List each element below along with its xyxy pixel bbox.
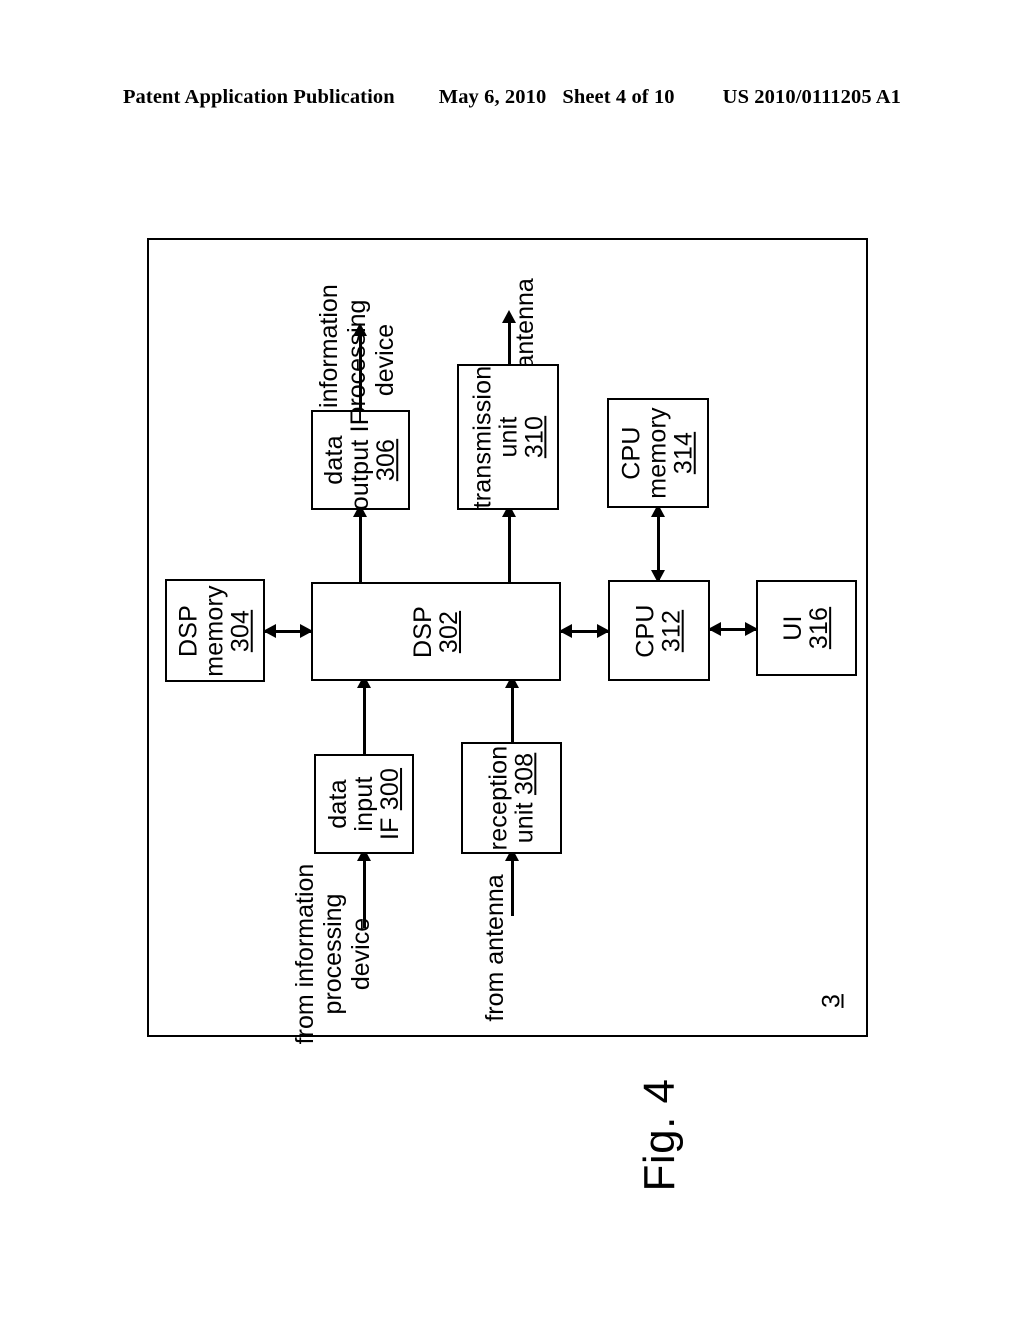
block-label-line-1: data xyxy=(320,435,349,485)
block-cpu-memory[interactable]: CPU memory 314 xyxy=(607,398,709,508)
caption-from-antenna: from antenna xyxy=(395,858,595,1038)
block-reference-numeral: 314 xyxy=(669,431,698,475)
connector-transmission-unit-to-antenna xyxy=(508,322,511,365)
block-transmission-unit[interactable]: transmission unit 310 xyxy=(457,364,559,510)
block-label-line-1: UI xyxy=(779,615,808,641)
arrowhead-to-antenna xyxy=(502,310,516,323)
block-reference-numeral: 306 xyxy=(372,438,401,482)
header-date: May 6, 2010 xyxy=(438,86,547,108)
connector-antenna-to-reception-unit xyxy=(511,854,514,916)
block-reference-numeral: 304 xyxy=(226,609,255,652)
block-label-line-1: transmission xyxy=(468,365,497,509)
block-reference-numeral: 316 xyxy=(805,606,834,650)
header-patent-number: US 2010/0111205 A1 xyxy=(722,86,902,108)
arrowhead-to-host xyxy=(353,323,367,336)
connector-dsp-to-data-output-if xyxy=(359,510,362,583)
connector-data-output-if-to-host xyxy=(359,335,362,411)
block-label-line-1: CPU xyxy=(617,426,646,480)
block-data-input-if[interactable]: data input IF 300 xyxy=(314,754,414,854)
block-reference-numeral: 308 xyxy=(510,752,539,796)
header-sheet: Sheet 4 of 10 xyxy=(562,86,675,108)
block-label-line-1: reception xyxy=(484,745,513,851)
connector-data-input-if-to-dsp xyxy=(363,681,366,755)
block-reference-numeral: 312 xyxy=(657,609,686,652)
block-dsp[interactable]: DSP 302 xyxy=(311,582,561,681)
header-publication: Patent Application Publication xyxy=(122,86,395,108)
figure-outer-frame: to information processing device TO ante… xyxy=(147,238,868,1044)
figure-reference-numeral: 3 xyxy=(817,994,846,1008)
figure-caption: Fig. 4 xyxy=(635,1078,684,1192)
block-ui[interactable]: UI 316 xyxy=(756,580,857,676)
block-label-line-2: memory xyxy=(643,407,672,499)
block-label-line-2: unit xyxy=(494,416,523,458)
caption-line-1: from information xyxy=(291,863,319,1045)
connector-dsp-to-transmission-unit xyxy=(508,510,511,583)
block-label-line-1: CPU xyxy=(631,603,660,658)
block-reference-numeral: 310 xyxy=(520,415,549,459)
page-header: Patent Application Publication May 6, 20… xyxy=(0,86,1024,109)
block-label-line-1: DSP xyxy=(174,604,203,657)
block-label-line-3: IF 300 xyxy=(376,767,404,841)
block-label-line-2: unit 308 xyxy=(510,752,539,844)
block-dsp-memory[interactable]: DSP memory 304 xyxy=(165,579,265,682)
caption-line-3: device xyxy=(347,917,375,991)
block-reception-unit[interactable]: reception unit 308 xyxy=(461,742,562,854)
block-label-line-1: data xyxy=(324,779,352,829)
block-reference-numeral: 300 xyxy=(376,767,404,811)
connector-host-to-data-input-if xyxy=(363,854,366,928)
block-reference-numeral: 302 xyxy=(434,610,463,653)
block-cpu[interactable]: CPU 312 xyxy=(608,580,710,681)
block-label-line-2: memory xyxy=(200,584,229,677)
block-label-line-2: input xyxy=(350,776,378,832)
caption-line-2: processing xyxy=(319,893,347,1015)
block-data-output-if[interactable]: data output IF 306 xyxy=(311,410,410,510)
block-label-line-1: DSP xyxy=(408,605,437,658)
connector-reception-unit-to-dsp xyxy=(511,681,514,743)
block-label-line-2: output IF xyxy=(346,409,375,511)
caption-line-1: from antenna xyxy=(481,874,509,1022)
